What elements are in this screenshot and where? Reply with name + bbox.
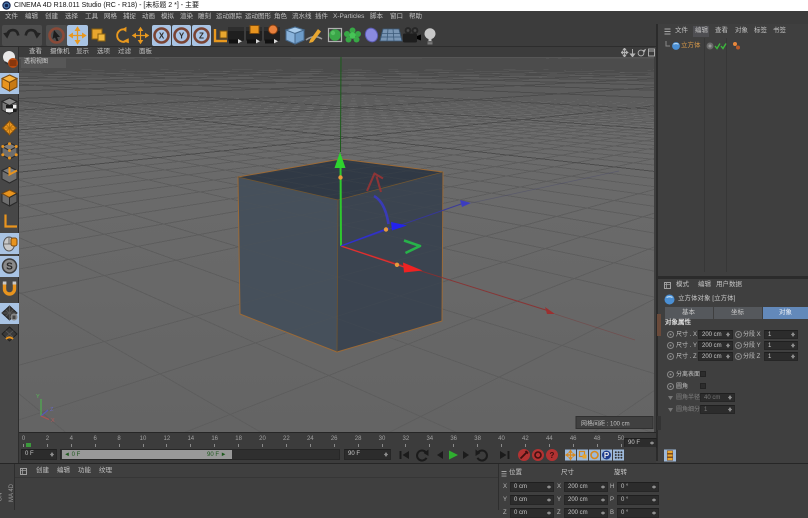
svg-text:网格间距 : 100 cm: 网格间距 : 100 cm — [581, 420, 630, 428]
svg-text:Y: Y — [179, 32, 185, 41]
svg-text:X: X — [159, 32, 165, 41]
svg-text:Z: Z — [199, 32, 204, 41]
svg-text:?: ? — [550, 451, 555, 460]
svg-text:Y: Y — [36, 394, 40, 400]
svg-text:X: X — [51, 418, 55, 424]
svg-text:S: S — [6, 262, 13, 273]
svg-text:P: P — [604, 451, 610, 460]
